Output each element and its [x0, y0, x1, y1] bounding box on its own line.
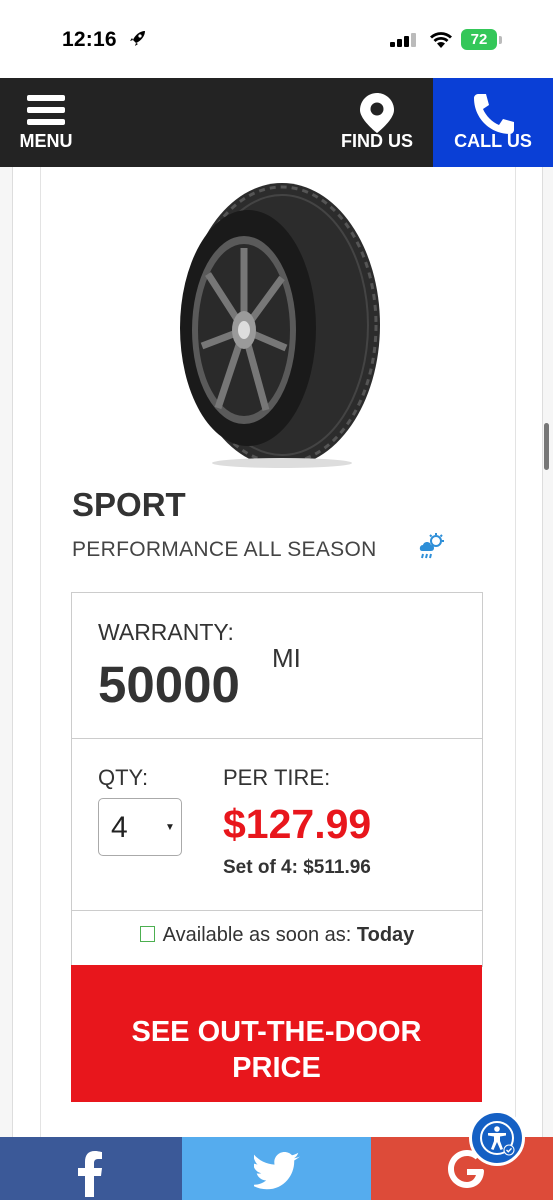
facebook-icon [78, 1151, 102, 1197]
battery-indicator: 72 [461, 29, 497, 50]
accessibility-button[interactable] [469, 1110, 525, 1166]
qty-label: QTY: [98, 765, 149, 790]
price-box: QTY: 4 ▼ PER TIRE: $127.99 Set of 4: $51… [71, 738, 483, 912]
battery-tip [499, 36, 502, 44]
warranty-label: WARRANTY: [98, 619, 234, 645]
menu-icon [27, 95, 65, 125]
product-name: SPORT [72, 486, 186, 523]
cta-line-2: PRICE [232, 1052, 321, 1084]
availability-label: Available as soon as: [162, 924, 352, 946]
find-us-label: FIND US [341, 131, 413, 151]
availability-value: Today [356, 924, 415, 946]
quantity-select[interactable]: 4 ▼ [98, 798, 182, 856]
menu-label: MENU [19, 131, 73, 151]
tire-image [180, 183, 380, 468]
phone-icon [474, 94, 514, 134]
map-pin-icon [360, 93, 394, 133]
availability-box: Available as soon as: Today [71, 910, 483, 967]
status-bar: 12:16 72 [0, 0, 553, 78]
per-tire-price: $127.99 [223, 801, 372, 847]
accessibility-icon [480, 1121, 515, 1156]
warranty-unit: MI [272, 643, 301, 673]
cta-line-1: SEE OUT-THE-DOOR [131, 1016, 422, 1048]
signal-icon [390, 33, 416, 47]
warranty-value: 50000 [98, 656, 240, 713]
product-category: PERFORMANCE ALL SEASON [72, 538, 377, 561]
rocket-icon [130, 31, 145, 46]
set-price: Set of 4: $511.96 [223, 857, 371, 878]
twitter-share-button[interactable] [182, 1137, 371, 1200]
per-tire-label: PER TIRE: [223, 765, 331, 790]
clock: 12:16 [62, 28, 117, 51]
weather-icon [419, 533, 444, 559]
scrollbar[interactable] [544, 423, 549, 470]
wifi-icon [430, 32, 452, 48]
find-us-button[interactable]: FIND US [322, 78, 432, 167]
quantity-value: 4 [111, 811, 128, 844]
top-nav: MENU FIND US CALL US [0, 78, 553, 167]
warranty-box: WARRANTY: 50000 MI [71, 592, 483, 739]
facebook-share-button[interactable] [0, 1137, 182, 1200]
google-share-button[interactable] [371, 1137, 553, 1200]
menu-button[interactable]: MENU [0, 78, 92, 167]
chevron-down-icon: ▼ [165, 822, 175, 833]
availability-check-icon [139, 926, 155, 942]
call-us-button[interactable]: CALL US [433, 78, 553, 167]
call-us-label: CALL US [454, 131, 532, 151]
twitter-icon [254, 1152, 300, 1190]
availability-row: Available as soon as: Today [72, 924, 482, 947]
see-out-the-door-price-button[interactable]: SEE OUT-THE-DOOR PRICE [71, 965, 482, 1102]
